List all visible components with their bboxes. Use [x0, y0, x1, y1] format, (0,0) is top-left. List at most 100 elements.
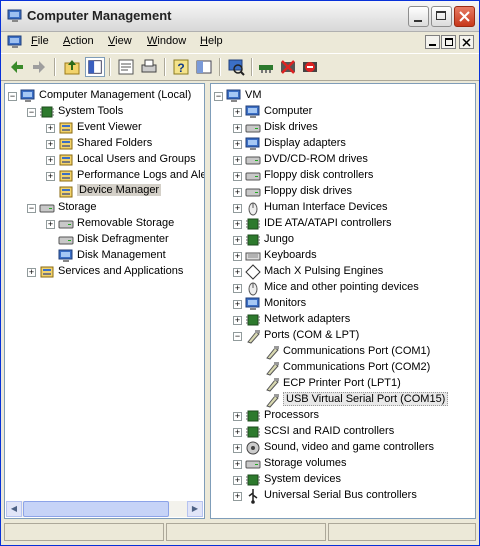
- maximize-button[interactable]: [431, 6, 452, 27]
- left-tree-item[interactable]: + Services and Applications: [5, 264, 204, 280]
- minimize-button[interactable]: [408, 6, 429, 27]
- expand-icon[interactable]: +: [233, 108, 242, 117]
- right-tree-item[interactable]: + Floppy disk drives: [211, 184, 475, 200]
- expand-icon[interactable]: +: [233, 156, 242, 165]
- scroll-left-button[interactable]: ◀: [6, 501, 22, 517]
- left-tree-item[interactable]: − Storage: [5, 200, 204, 216]
- expand-icon[interactable]: +: [233, 412, 242, 421]
- right-tree-item[interactable]: + Universal Serial Bus controllers: [211, 488, 475, 504]
- expand-icon[interactable]: +: [233, 268, 242, 277]
- expand-icon[interactable]: +: [233, 252, 242, 261]
- child-restore-button[interactable]: [441, 35, 456, 49]
- device-tree-pane[interactable]: − VM + Computer + Disk drives + Display adapter…: [210, 83, 476, 519]
- left-tree-item[interactable]: − System Tools: [5, 104, 204, 120]
- properties-icon[interactable]: [116, 57, 136, 77]
- child-minimize-button[interactable]: [425, 35, 440, 49]
- expand-icon[interactable]: +: [233, 204, 242, 213]
- right-tree-item[interactable]: + Computer: [211, 104, 475, 120]
- right-tree-item[interactable]: + Keyboards: [211, 248, 475, 264]
- right-tree-item[interactable]: + SCSI and RAID controllers: [211, 424, 475, 440]
- help-icon[interactable]: ?: [171, 57, 191, 77]
- print-icon[interactable]: [139, 57, 159, 77]
- right-tree-item[interactable]: + Display adapters: [211, 136, 475, 152]
- update-driver-icon[interactable]: [256, 57, 276, 77]
- expand-icon[interactable]: +: [46, 172, 55, 181]
- collapse-icon[interactable]: −: [27, 204, 36, 213]
- collapse-icon[interactable]: −: [214, 92, 223, 101]
- left-tree-item[interactable]: Disk Management: [5, 248, 204, 264]
- uninstall-device-icon[interactable]: [300, 57, 320, 77]
- collapse-icon[interactable]: −: [8, 92, 17, 101]
- expand-icon[interactable]: +: [233, 476, 242, 485]
- horizontal-scrollbar[interactable]: ◀ ▶: [6, 501, 203, 517]
- menu-action[interactable]: Action: [63, 35, 94, 47]
- disable-device-icon[interactable]: [278, 57, 298, 77]
- right-tree-item[interactable]: + Storage volumes: [211, 456, 475, 472]
- back-icon[interactable]: [7, 57, 27, 77]
- collapse-icon[interactable]: −: [233, 332, 242, 341]
- right-tree-item[interactable]: + Mice and other pointing devices: [211, 280, 475, 296]
- menu-view[interactable]: View: [108, 35, 132, 47]
- right-tree-item[interactable]: + Floppy disk controllers: [211, 168, 475, 184]
- expand-icon[interactable]: +: [233, 492, 242, 501]
- right-tree-item[interactable]: Communications Port (COM1): [211, 344, 475, 360]
- expand-icon[interactable]: +: [233, 124, 242, 133]
- right-tree-item[interactable]: + Monitors: [211, 296, 475, 312]
- right-tree-item[interactable]: + Jungo: [211, 232, 475, 248]
- right-tree-item[interactable]: + Mach X Pulsing Engines: [211, 264, 475, 280]
- expand-icon[interactable]: +: [233, 316, 242, 325]
- expand-icon[interactable]: +: [233, 140, 242, 149]
- right-tree-item[interactable]: + Disk drives: [211, 120, 475, 136]
- right-tree-item[interactable]: + IDE ATA/ATAPI controllers: [211, 216, 475, 232]
- right-tree-item[interactable]: + Human Interface Devices: [211, 200, 475, 216]
- forward-icon[interactable]: [29, 57, 49, 77]
- expand-icon[interactable]: +: [233, 172, 242, 181]
- right-tree-item[interactable]: − Ports (COM & LPT): [211, 328, 475, 344]
- expand-icon[interactable]: +: [233, 188, 242, 197]
- title-bar[interactable]: Computer Management: [1, 1, 479, 32]
- expand-icon[interactable]: +: [46, 220, 55, 229]
- scroll-thumb[interactable]: [23, 501, 169, 517]
- child-close-button[interactable]: [459, 35, 474, 49]
- up-one-level-icon[interactable]: [62, 57, 82, 77]
- expand-icon[interactable]: +: [46, 124, 55, 133]
- left-tree-item[interactable]: Device Manager: [5, 184, 204, 200]
- right-tree-item[interactable]: Communications Port (COM2): [211, 360, 475, 376]
- right-tree-item[interactable]: USB Virtual Serial Port (COM15): [211, 392, 475, 408]
- right-tree-item[interactable]: + Network adapters: [211, 312, 475, 328]
- right-tree-item[interactable]: − VM: [211, 88, 475, 104]
- collapse-icon[interactable]: −: [27, 108, 36, 117]
- expand-icon[interactable]: +: [233, 460, 242, 469]
- left-tree-item[interactable]: + Shared Folders: [5, 136, 204, 152]
- expand-icon[interactable]: +: [27, 268, 36, 277]
- right-tree-item[interactable]: + Processors: [211, 408, 475, 424]
- scan-hardware-icon[interactable]: [226, 57, 246, 77]
- menu-window[interactable]: Window: [147, 35, 186, 47]
- view-icon[interactable]: [194, 57, 214, 77]
- left-tree-item[interactable]: + Event Viewer: [5, 120, 204, 136]
- left-tree-item[interactable]: − Computer Management (Local): [5, 88, 204, 104]
- menu-help[interactable]: Help: [200, 35, 223, 47]
- expand-icon[interactable]: +: [233, 236, 242, 245]
- left-tree-item[interactable]: + Performance Logs and Alerts: [5, 168, 204, 184]
- left-tree-item[interactable]: + Removable Storage: [5, 216, 204, 232]
- right-tree-item[interactable]: ECP Printer Port (LPT1): [211, 376, 475, 392]
- close-button[interactable]: [454, 6, 475, 27]
- window-app-icon[interactable]: [7, 34, 23, 50]
- console-tree-pane[interactable]: − Computer Management (Local) − System Tool…: [4, 83, 205, 519]
- menu-file[interactable]: File: [31, 35, 49, 47]
- show-hide-tree-icon[interactable]: [85, 57, 105, 77]
- right-tree-item[interactable]: + System devices: [211, 472, 475, 488]
- expand-icon[interactable]: +: [233, 444, 242, 453]
- right-tree-item[interactable]: + Sound, video and game controllers: [211, 440, 475, 456]
- scroll-right-button[interactable]: ▶: [187, 501, 203, 517]
- expand-icon[interactable]: +: [233, 220, 242, 229]
- left-tree-item[interactable]: Disk Defragmenter: [5, 232, 204, 248]
- right-tree-item[interactable]: + DVD/CD-ROM drives: [211, 152, 475, 168]
- expand-icon[interactable]: +: [233, 300, 242, 309]
- expand-icon[interactable]: +: [46, 140, 55, 149]
- left-tree-item[interactable]: + Local Users and Groups: [5, 152, 204, 168]
- expand-icon[interactable]: +: [46, 156, 55, 165]
- expand-icon[interactable]: +: [233, 428, 242, 437]
- expand-icon[interactable]: +: [233, 284, 242, 293]
